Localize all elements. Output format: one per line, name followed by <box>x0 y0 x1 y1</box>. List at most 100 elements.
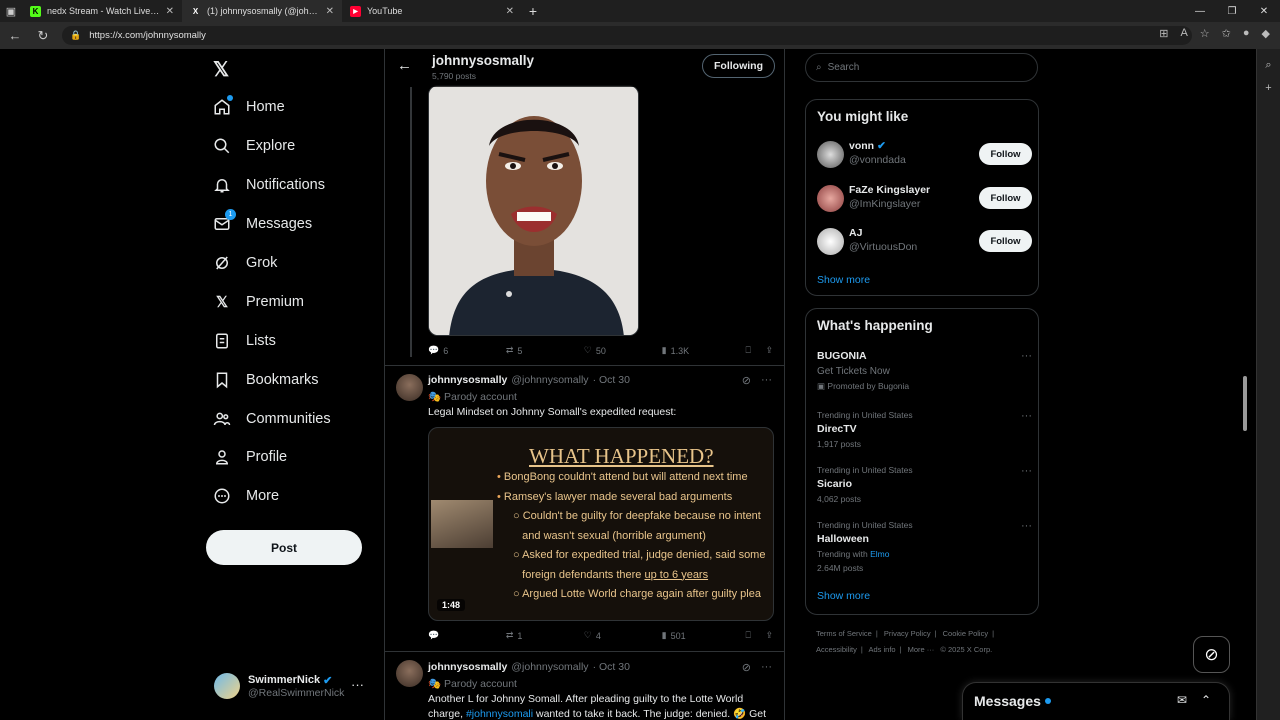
tweet-avatar[interactable] <box>396 660 423 687</box>
search-input[interactable]: ⌕ Search <box>805 53 1038 82</box>
nav-item-grok[interactable]: Grok <box>212 253 277 273</box>
reply-button[interactable]: 💬 <box>428 630 506 641</box>
window-menu-icon[interactable]: ▣ <box>0 0 22 22</box>
share-button[interactable]: ⇪ <box>765 345 773 356</box>
page-scrollbar[interactable] <box>1240 49 1250 720</box>
reply-button[interactable]: 💬 6 <box>428 345 506 356</box>
grok-icon[interactable]: ⊘ <box>742 661 751 674</box>
translate-icon[interactable]: A <box>1180 27 1187 40</box>
tweet-photo[interactable] <box>428 85 639 336</box>
messages-drawer[interactable]: Messages ✉ ⌃ <box>962 682 1230 720</box>
restore-icon[interactable]: ❐ <box>1216 0 1248 22</box>
like-button[interactable]: ♡ 4 <box>584 630 662 641</box>
nav-item-premium[interactable]: 𝕏 Premium <box>212 292 304 312</box>
minimize-icon[interactable]: — <box>1184 0 1216 22</box>
footer-link[interactable]: Cookie Policy <box>943 629 988 638</box>
grok-icon[interactable]: ⊘ <box>742 374 751 387</box>
trend-item[interactable]: Trending in United States Halloween Tren… <box>817 520 1032 573</box>
tweet-handle[interactable]: @johnnysomally <box>511 661 588 673</box>
nav-item-profile[interactable]: Profile <box>212 447 287 467</box>
read-aloud-icon[interactable]: ⊞ <box>1159 27 1168 40</box>
views-button[interactable]: ▮ 501 <box>662 630 746 641</box>
share-button[interactable]: ⇪ <box>765 630 773 641</box>
favorite-star-icon[interactable]: ☆ <box>1200 27 1210 40</box>
more-dots-icon[interactable]: ··· <box>1021 520 1032 532</box>
trend-item[interactable]: BUGONIA Get Tickets Now ▣ Promoted by Bu… <box>817 350 1032 392</box>
footer-link[interactable]: Privacy Policy <box>884 629 931 638</box>
nav-item-lists[interactable]: Lists <box>212 331 276 351</box>
more-dots-icon[interactable]: ··· <box>761 661 772 674</box>
hashtag-link[interactable]: #johnnysomali <box>466 708 533 720</box>
tweet-header: johnnysosmally @johnnysomally · Oct 30 <box>428 374 630 386</box>
nav-item-communities[interactable]: Communities <box>212 409 331 429</box>
like-button[interactable]: ♡ 50 <box>584 345 662 356</box>
footer-link[interactable]: More ··· <box>908 645 935 654</box>
expand-chevron-icon[interactable]: ⌃ <box>1201 693 1211 707</box>
more-dots-icon[interactable]: ··· <box>1021 465 1032 477</box>
sidebar-search-icon[interactable]: ⌕ <box>1257 59 1280 72</box>
post-button[interactable]: Post <box>206 530 362 565</box>
trend-item[interactable]: Trending in United States DirecTV 1,917 … <box>817 410 1032 449</box>
browser-tab-kick[interactable]: K nedx Stream - Watch Live on Kick ✕ <box>22 0 182 22</box>
more-dots-icon[interactable]: ··· <box>1021 410 1032 422</box>
address-bar[interactable]: 🔒 https://x.com/johnnysomally <box>62 26 1192 45</box>
nav-item-explore[interactable]: Explore <box>212 136 295 156</box>
tweet-author[interactable]: johnnysosmally <box>428 374 507 386</box>
more-dots-icon[interactable]: ··· <box>351 677 364 692</box>
new-tab-button[interactable]: + <box>522 3 544 19</box>
video-bullet: • BongBong couldn't attend but will atte… <box>497 471 748 483</box>
profile-icon[interactable]: ● <box>1243 27 1250 40</box>
suggested-user[interactable]: vonn ✔ @vonndada Follow <box>817 140 1032 170</box>
account-switcher[interactable]: SwimmerNick ✔ @RealSwimmerNick ··· <box>214 673 374 699</box>
tweet-avatar[interactable] <box>396 374 423 401</box>
sidebar-add-icon[interactable]: + <box>1257 82 1280 94</box>
nav-item-more[interactable]: More <box>212 486 279 506</box>
nav-label: Bookmarks <box>246 372 319 388</box>
repost-button[interactable]: ⇄ 5 <box>506 345 584 356</box>
back-arrow-icon[interactable]: ← <box>397 57 412 74</box>
back-arrow-icon[interactable]: ← <box>6 28 24 43</box>
close-tab-icon[interactable]: ✕ <box>506 6 514 17</box>
refresh-icon[interactable]: ↻ <box>34 28 52 44</box>
tweet-author[interactable]: johnnysosmally <box>428 661 507 673</box>
nav-item-messages[interactable]: 1 Messages <box>212 209 312 234</box>
nav-item-notifications[interactable]: Notifications <box>212 175 325 195</box>
footer-link[interactable]: Terms of Service <box>816 629 872 638</box>
browser-tab-youtube[interactable]: ▶ YouTube ✕ <box>342 0 522 22</box>
suggested-user[interactable]: AJ @VirtuousDon Follow <box>817 227 1032 257</box>
close-tab-icon[interactable]: ✕ <box>326 6 334 17</box>
copilot-icon[interactable]: ◆ <box>1262 27 1270 40</box>
following-button[interactable]: Following <box>702 54 775 78</box>
show-more-link[interactable]: Show more <box>817 590 870 602</box>
close-tab-icon[interactable]: ✕ <box>166 6 174 17</box>
browser-tab-x[interactable]: X (1) johnnysosmally (@johnnyso... ✕ <box>182 0 342 22</box>
close-window-icon[interactable]: ✕ <box>1248 0 1280 22</box>
tweet-actions: 💬 ⇄ 1 ♡ 4 ▮ 501 ⎕ ⇪ <box>428 630 773 641</box>
tweet-date[interactable]: · Oct 30 <box>593 661 630 673</box>
follow-button[interactable]: Follow <box>979 187 1032 209</box>
repost-button[interactable]: ⇄ 1 <box>506 630 584 641</box>
footer-link[interactable]: Accessibility <box>816 645 857 654</box>
views-button[interactable]: ▮ 1.3K <box>662 345 746 356</box>
scrollbar-thumb[interactable] <box>1243 376 1247 431</box>
show-more-link[interactable]: Show more <box>817 274 870 286</box>
more-dots-icon[interactable]: ··· <box>761 374 772 387</box>
follow-button[interactable]: Follow <box>979 143 1032 165</box>
footer-link[interactable]: Ads info <box>868 645 895 654</box>
tweet-date[interactable]: · Oct 30 <box>593 374 630 386</box>
follow-button[interactable]: Follow <box>979 230 1032 252</box>
bookmark-button[interactable]: ⎕ <box>745 345 765 356</box>
new-message-icon[interactable]: ✉ <box>1177 693 1187 707</box>
lock-icon[interactable]: 🔒 <box>70 30 81 41</box>
suggested-user[interactable]: FaZe Kingslayer @ImKingslayer Follow <box>817 184 1032 214</box>
grok-floating-button[interactable]: ⊘ <box>1193 636 1230 673</box>
nav-item-home[interactable]: Home <box>212 95 285 117</box>
trend-item[interactable]: Trending in United States Sicario 4,062 … <box>817 465 1032 504</box>
tweet-video[interactable]: WHAT HAPPENED? • BongBong couldn't atten… <box>428 427 774 621</box>
x-logo-icon[interactable]: 𝕏 <box>213 57 229 82</box>
favorites-icon[interactable]: ✩ <box>1222 27 1231 40</box>
bookmark-button[interactable]: ⎕ <box>745 630 765 641</box>
nav-item-bookmarks[interactable]: Bookmarks <box>212 370 319 390</box>
tweet-handle[interactable]: @johnnysomally <box>511 374 588 386</box>
more-dots-icon[interactable]: ··· <box>1021 350 1032 362</box>
